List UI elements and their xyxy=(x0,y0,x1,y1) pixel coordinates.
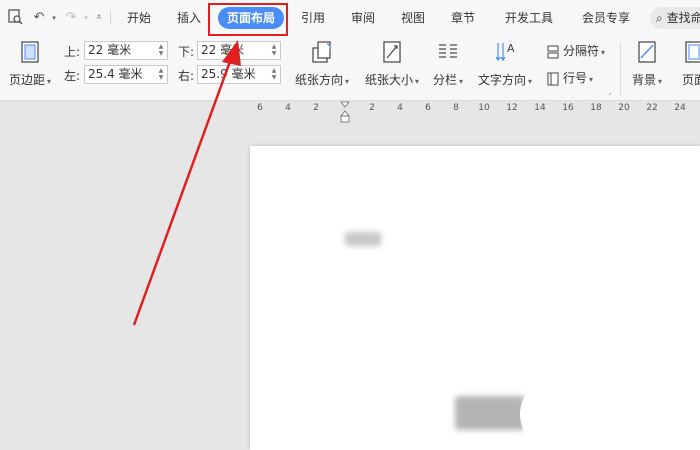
right-margin-value: 25.9 毫米 xyxy=(201,67,256,81)
tab-review[interactable]: 审阅 xyxy=(346,7,380,29)
annotation-highlight-box xyxy=(208,3,288,36)
page-border-icon xyxy=(685,41,700,63)
ruler-tick: 4 xyxy=(285,103,291,113)
tab-view[interactable]: 视图 xyxy=(396,7,430,29)
chevron-down-icon: ▾ xyxy=(658,77,663,86)
ruler-tick: 16 xyxy=(562,103,574,113)
dialog-launcher-icon[interactable]: ⌟ xyxy=(608,88,611,96)
chevron-down-icon: ▾ xyxy=(415,77,420,86)
spinner-icon[interactable]: ▲ ▼ xyxy=(157,43,165,57)
bottom-margin-value: 22 毫米 xyxy=(201,43,245,57)
paper-size-button[interactable]: 纸张大小 ▾ xyxy=(362,40,422,88)
columns-button[interactable]: 分栏 ▾ xyxy=(430,40,466,88)
bottom-margin-label: 下: xyxy=(178,45,195,59)
ruler-tick: 2 xyxy=(313,103,319,113)
ruler-tick: 18 xyxy=(590,103,602,113)
ruler-tick: 14 xyxy=(534,103,546,113)
background-icon xyxy=(638,41,656,63)
top-margin-field[interactable]: 22 毫米 ▲ ▼ xyxy=(84,41,168,60)
ruler-tick: 6 xyxy=(257,103,263,113)
chevron-down-icon: ▾ xyxy=(47,77,52,86)
top-margin-label: 上: xyxy=(64,45,81,59)
left-margin-value: 25.4 毫米 xyxy=(88,67,143,81)
indent-marker-icon[interactable] xyxy=(340,101,350,123)
redaction-shape xyxy=(520,378,700,450)
right-margin-label: 右: xyxy=(178,69,195,83)
text-direction-label: 文字方向 xyxy=(477,73,526,87)
tab-developer[interactable]: 开发工具 xyxy=(500,7,558,29)
tab-home[interactable]: 开始 xyxy=(122,7,156,29)
page-break-icon xyxy=(547,45,559,58)
print-preview-icon[interactable] xyxy=(6,9,24,27)
ruler-tick: 8 xyxy=(453,103,459,113)
menu-bar: ↶ ▾ ↷ ▾ ⩡ 开始 插入 页面布局 引用 审阅 视图 章节 开发工具 会员… xyxy=(0,0,700,36)
svg-text:A: A xyxy=(507,42,515,55)
page-border-button[interactable]: 页面 xyxy=(674,40,700,88)
orientation-button[interactable]: 纸张方向 ▾ xyxy=(292,40,352,88)
margins-label: 页边距 xyxy=(8,73,45,87)
chevron-down-icon: ▾ xyxy=(589,75,594,84)
chevron-down-icon: ▾ xyxy=(459,77,464,86)
paper-size-icon xyxy=(383,41,401,63)
horizontal-ruler[interactable]: 6 4 2 2 4 6 8 10 12 14 16 18 20 22 24 xyxy=(250,101,700,118)
ruler-tick: 22 xyxy=(646,103,658,113)
text-direction-icon: A xyxy=(495,42,515,62)
search-icon: ⌕ xyxy=(656,11,663,25)
line-numbers-button[interactable]: 行号 ▾ xyxy=(546,69,593,86)
command-search[interactable]: ⌕ 查找命令 xyxy=(650,7,700,29)
page-orientation-icon xyxy=(312,41,331,63)
ribbon: 页边距 ▾ 上: 22 毫米 ▲ ▼ 左: 25.4 毫米 ▲ ▼ 下: 22 毫米 … xyxy=(0,36,700,101)
columns-label: 分栏 xyxy=(432,73,457,87)
chevron-down-icon: ▾ xyxy=(528,77,533,86)
line-numbers-icon xyxy=(547,72,559,85)
bottom-margin-field[interactable]: 22 毫米 ▲ ▼ xyxy=(197,41,281,60)
ruler-tick: 24 xyxy=(674,103,686,113)
margins-icon xyxy=(21,41,39,63)
ruler-tick: 20 xyxy=(618,103,630,113)
blurred-text xyxy=(345,232,381,246)
search-label: 查找命令 xyxy=(666,11,700,25)
chevron-down-icon: ▾ xyxy=(345,77,350,86)
customize-toolbar-icon[interactable]: ⩡ xyxy=(90,9,108,27)
top-margin-value: 22 毫米 xyxy=(88,43,132,57)
tab-insert[interactable]: 插入 xyxy=(172,7,206,29)
tab-member[interactable]: 会员专享 xyxy=(578,7,634,29)
blurred-text xyxy=(455,396,525,430)
divider xyxy=(110,11,111,25)
ruler-tick: 2 xyxy=(369,103,375,113)
background-button[interactable]: 背景 ▾ xyxy=(628,40,666,88)
columns-icon xyxy=(439,44,457,58)
line-numbers-label: 行号 xyxy=(563,71,588,85)
left-margin-label: 左: xyxy=(64,69,81,83)
divider xyxy=(620,42,621,96)
spinner-icon[interactable]: ▲ ▼ xyxy=(270,67,278,81)
paper-size-label: 纸张大小 xyxy=(364,73,413,87)
tab-sections[interactable]: 章节 xyxy=(446,7,480,29)
undo-dropdown-icon[interactable]: ▾ xyxy=(45,9,63,27)
ruler-tick: 6 xyxy=(425,103,431,113)
ruler-tick: 10 xyxy=(478,103,490,113)
background-label: 背景 xyxy=(631,73,656,87)
orientation-label: 纸张方向 xyxy=(294,73,343,87)
page-border-label: 页面 xyxy=(681,73,700,87)
chevron-down-icon: ▾ xyxy=(601,48,606,57)
right-margin-field[interactable]: 25.9 毫米 ▲ ▼ xyxy=(197,65,281,84)
ruler-tick: 12 xyxy=(506,103,518,113)
spinner-icon[interactable]: ▲ ▼ xyxy=(157,67,165,81)
spinner-icon[interactable]: ▲ ▼ xyxy=(270,43,278,57)
left-margin-field[interactable]: 25.4 毫米 ▲ ▼ xyxy=(84,65,168,84)
text-direction-button[interactable]: A 文字方向 ▾ xyxy=(476,40,534,88)
breaks-label: 分隔符 xyxy=(563,44,600,58)
breaks-button[interactable]: 分隔符 ▾ xyxy=(546,42,605,59)
ruler-tick: 4 xyxy=(397,103,403,113)
margins-button[interactable]: 页边距 ▾ xyxy=(8,40,52,88)
tab-references[interactable]: 引用 xyxy=(296,7,330,29)
